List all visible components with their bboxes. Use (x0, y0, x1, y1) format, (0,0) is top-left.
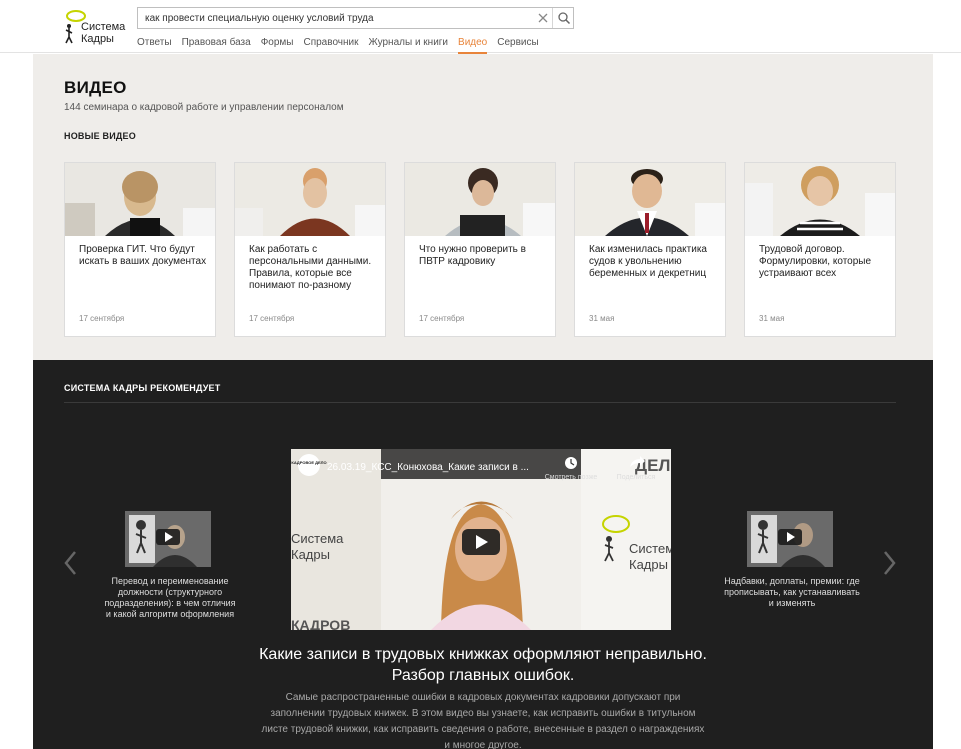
featured-video-description: Самые распространенные ошибки в кадровых… (261, 692, 705, 749)
share-label[interactable]: Поделиться (617, 474, 656, 481)
nav-item-reference[interactable]: Справочник (303, 37, 358, 53)
svg-text:КАДРОВОЕ ДЕЛО: КАДРОВОЕ ДЕЛО (291, 460, 326, 465)
recommend-video-title: Перевод и переименование должности (стру… (104, 576, 236, 619)
site-header: Система Кадры Ответы Правовая база Формы… (0, 0, 961, 54)
main-nav: Ответы Правовая база Формы Справочник Жу… (137, 37, 539, 54)
video-thumbnail[interactable] (125, 511, 211, 567)
svg-text:Система: Система (629, 541, 671, 556)
page-subtitle: 144 семинара о кадровой работе и управле… (64, 102, 344, 113)
video-player[interactable]: Система Кадры Система Кадры КАДРОВ ДЕЛ К… (291, 449, 671, 630)
page-title: ВИДЕО (64, 78, 127, 97)
video-card-title: Как работать с персональными данными. Пр… (249, 244, 372, 291)
video-card[interactable]: Что нужно проверить в ПВТР кадровику 17 … (404, 162, 556, 337)
nav-item-journals[interactable]: Журналы и книги (368, 37, 448, 53)
brand-text-right-2: Кадры (629, 557, 668, 572)
svg-text:26.03.19_КСС_Конюхова_Какие за: 26.03.19_КСС_Конюхова_Какие записи в ... (327, 462, 529, 473)
nav-item-forms[interactable]: Формы (261, 37, 294, 53)
divider (64, 402, 896, 403)
svg-text:Кадры: Кадры (629, 557, 668, 572)
play-icon[interactable] (462, 529, 500, 555)
video-card-title: Трудовой договор. Формулировки, которые … (759, 244, 872, 279)
nav-item-services[interactable]: Сервисы (497, 37, 538, 53)
video-card-title: Как изменилась практика судов к увольнен… (589, 244, 707, 279)
svg-text:Система: Система (291, 531, 344, 546)
video-card[interactable]: Как работать с персональными данными. Пр… (234, 162, 386, 337)
new-videos-heading: НОВЫЕ ВИДЕО (64, 131, 136, 141)
video-card-title: Проверка ГИТ. Что будут искать в ваших д… (79, 244, 207, 267)
video-thumbnail (745, 163, 895, 236)
brand-text-left-1: Система (291, 531, 344, 546)
svg-text:КАДРОВ: КАДРОВ (291, 617, 350, 630)
search-divider (552, 8, 553, 28)
video-section: ВИДЕО 144 семинара о кадровой работе и у… (33, 54, 933, 360)
brand-text-left-2: Кадры (291, 547, 330, 562)
recommend-section: СИСТЕМА КАДРЫ РЕКОМЕНДУЕТ Перевод и пере… (33, 360, 933, 749)
video-card-date: 31 мая (589, 314, 615, 323)
player-video-title: 26.03.19_КСС_Конюхова_Какие записи в ... (327, 462, 529, 473)
video-card-date: 17 сентября (79, 314, 125, 323)
brand-text-right-1: Система (629, 541, 671, 556)
clock-icon[interactable] (565, 457, 577, 469)
logo-line-1: Система (81, 21, 126, 33)
watch-later-label[interactable]: Смотреть позже (545, 474, 598, 481)
video-cards: Проверка ГИТ. Что будут искать в ваших д… (64, 162, 896, 338)
svg-text:Кадры: Кадры (291, 547, 330, 562)
video-frame: Система Кадры Система Кадры КАДРОВ ДЕЛ К… (291, 449, 671, 630)
chevron-left-icon[interactable] (63, 550, 77, 576)
search-icon[interactable] (557, 11, 571, 25)
logo-text: Система Кадры (81, 21, 125, 45)
logo-line-2: Кадры (81, 33, 114, 45)
logo[interactable]: Система Кадры (64, 10, 128, 46)
video-thumbnail (65, 163, 215, 236)
featured-video-title[interactable]: Какие записи в трудовых книжках оформляю… (233, 644, 733, 686)
search-box (137, 7, 574, 29)
channel-avatar-text: КАДРОВОЕ ДЕЛО (291, 460, 326, 465)
search-input[interactable] (138, 8, 528, 28)
backdrop-text-bottom: КАДРОВ (291, 617, 350, 630)
video-card[interactable]: Трудовой договор. Формулировки, которые … (744, 162, 896, 337)
chevron-right-icon[interactable] (883, 550, 897, 576)
video-card[interactable]: Как изменилась практика судов к увольнен… (574, 162, 726, 337)
video-thumbnail[interactable] (747, 511, 833, 567)
svg-text:Смотреть позже: Смотреть позже (545, 474, 598, 481)
video-card-date: 17 сентября (249, 314, 295, 323)
video-thumbnail (575, 163, 725, 236)
video-thumbnail (405, 163, 555, 236)
recommend-video-title: Надбавки, доплаты, премии: где прописыва… (724, 576, 860, 608)
nav-item-legal-base[interactable]: Правовая база (182, 37, 251, 53)
recommend-heading: СИСТЕМА КАДРЫ РЕКОМЕНДУЕТ (64, 383, 221, 393)
close-icon[interactable] (536, 11, 550, 25)
svg-text:Поделиться: Поделиться (617, 474, 656, 481)
video-card[interactable]: Проверка ГИТ. Что будут искать в ваших д… (64, 162, 216, 337)
nav-item-video[interactable]: Видео (458, 37, 488, 54)
nav-item-answers[interactable]: Ответы (137, 37, 172, 53)
video-card-title: Что нужно проверить в ПВТР кадровику (419, 244, 526, 267)
video-card-date: 31 мая (759, 314, 785, 323)
video-thumbnail (235, 163, 385, 236)
video-card-date: 17 сентября (419, 314, 465, 323)
